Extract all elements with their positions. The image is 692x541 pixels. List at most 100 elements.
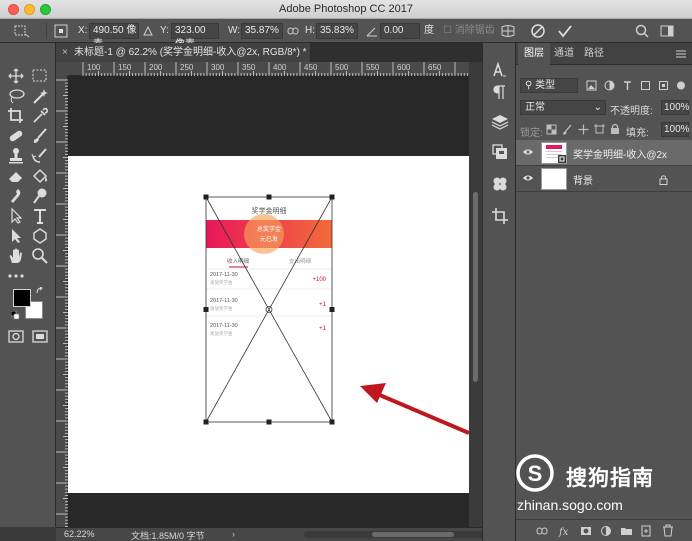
paint-bucket-tool-icon[interactable]	[30, 167, 50, 185]
tab-paths[interactable]: 路径	[578, 43, 610, 65]
adjustments-panel-icon[interactable]	[491, 143, 509, 161]
foreground-color-swatch[interactable]	[13, 289, 31, 307]
transform-handle-bottom-right[interactable]	[329, 419, 335, 425]
move-tool-icon[interactable]	[6, 67, 26, 85]
add-mask-icon[interactable]	[580, 525, 592, 537]
document-tab[interactable]: × 未标题-1 @ 62.2% (奖学金明细-收入@2x, RGB/8*) *	[56, 43, 311, 62]
swap-colors-icon[interactable]	[36, 287, 44, 295]
layer-name[interactable]: 奖学金明细-收入@2x	[573, 146, 667, 161]
layer-row[interactable]: 背景	[516, 166, 692, 192]
quick-mask-icon[interactable]	[6, 327, 26, 345]
angle-field[interactable]: 0.00	[380, 23, 420, 39]
visibility-eye-icon[interactable]	[522, 174, 534, 182]
filter-type-icon[interactable]	[622, 80, 633, 91]
horizontal-scroll-thumb[interactable]	[372, 532, 454, 537]
tab-layers[interactable]: 图层	[518, 43, 550, 65]
filter-pixel-icon[interactable]	[586, 80, 597, 91]
transform-handle-right[interactable]	[329, 307, 335, 312]
layer-name[interactable]: 背景	[573, 172, 593, 187]
delete-layer-icon[interactable]	[662, 524, 674, 537]
commit-transform-icon[interactable]	[557, 23, 573, 39]
styles-panel-icon[interactable]	[491, 175, 509, 193]
h-ruler-label: 200	[149, 63, 163, 72]
type-tool-icon[interactable]	[30, 207, 50, 225]
screen-mode-icon[interactable]	[30, 327, 50, 345]
new-layer-icon[interactable]	[640, 525, 652, 537]
lock-transparent-icon[interactable]	[546, 124, 557, 135]
ruler-origin[interactable]	[56, 62, 68, 76]
tab-channels[interactable]: 通道	[548, 43, 580, 65]
zoom-level[interactable]: 62.22%	[64, 529, 95, 539]
search-icon[interactable]	[634, 23, 650, 39]
layer-row[interactable]: 奖学金明细-收入@2x	[516, 140, 692, 166]
panel-menu-icon[interactable]	[676, 50, 686, 58]
vertical-ruler[interactable]	[56, 76, 68, 527]
workspace-icon[interactable]	[660, 24, 674, 38]
y-position-field[interactable]: 323.00 像素	[171, 23, 219, 50]
x-position-field[interactable]: 490.50 像素	[89, 23, 139, 50]
status-expand-icon[interactable]: ›	[232, 529, 235, 539]
reference-point-icon[interactable]	[54, 24, 68, 38]
crop-tool-icon[interactable]	[6, 107, 26, 125]
vertical-scrollbar[interactable]	[469, 62, 482, 527]
layer-filter-select[interactable]: ⚲ 类型	[520, 78, 578, 93]
layer-lock-icon[interactable]	[659, 174, 668, 185]
antialias-checkbox[interactable]: ☐ 消除锯齿	[443, 23, 495, 39]
lock-artboard-icon[interactable]	[594, 124, 605, 135]
eraser-tool-icon[interactable]	[6, 167, 26, 185]
character-panel-icon[interactable]	[491, 61, 509, 79]
more-tools-icon[interactable]	[6, 267, 26, 285]
fill-field[interactable]: 100%	[661, 122, 690, 137]
blend-mode-select[interactable]: 正常 ⌄	[520, 100, 606, 115]
dodge-tool-icon[interactable]	[30, 187, 50, 205]
hand-tool-icon[interactable]	[6, 247, 26, 265]
brush-tool-icon[interactable]	[30, 127, 50, 145]
cancel-transform-icon[interactable]	[530, 23, 546, 39]
paragraph-panel-icon[interactable]	[491, 83, 509, 101]
link-icon[interactable]	[287, 27, 299, 35]
history-brush-tool-icon[interactable]	[30, 147, 50, 165]
lasso-tool-icon[interactable]	[6, 87, 26, 105]
lock-all-icon[interactable]	[610, 123, 620, 135]
transform-handle-bottom[interactable]	[266, 419, 272, 425]
clone-stamp-tool-icon[interactable]	[6, 147, 26, 165]
lock-image-icon[interactable]	[562, 124, 573, 135]
properties-crop-icon[interactable]	[491, 207, 509, 225]
canvas-workspace[interactable]: 奖学金明细 总奖学金 元已发 收入明细 支出明细 2017-11-30 发放奖学…	[68, 76, 469, 527]
shape-tool-icon[interactable]	[30, 227, 50, 245]
direct-selection-tool-icon[interactable]	[6, 227, 26, 245]
zoom-tool-icon[interactable]	[30, 247, 50, 265]
warp-icon[interactable]	[500, 23, 516, 39]
healing-brush-tool-icon[interactable]	[6, 127, 26, 145]
filter-toggle-icon[interactable]	[676, 80, 686, 91]
horizontal-ruler[interactable]: 100 150 200 250 300 350 400 450 500 550 …	[68, 62, 469, 76]
height-field[interactable]: 35.83%	[316, 23, 358, 39]
transform-handle-top-left[interactable]	[203, 194, 209, 200]
width-field[interactable]: 35.87%	[241, 23, 283, 39]
lock-position-icon[interactable]	[578, 124, 589, 135]
link-layers-icon[interactable]	[536, 526, 548, 536]
eyedropper-tool-icon[interactable]	[30, 107, 50, 125]
new-adjustment-layer-icon[interactable]	[600, 525, 612, 537]
vertical-scroll-thumb[interactable]	[473, 192, 478, 382]
marquee-tool-icon[interactable]	[30, 67, 50, 85]
smudge-tool-icon[interactable]	[6, 187, 26, 205]
transform-handle-left[interactable]	[203, 307, 209, 312]
document-info[interactable]: 文档:1.85M/0 字节	[131, 529, 205, 541]
filter-adjustment-icon[interactable]	[604, 80, 615, 91]
transform-tool-icon[interactable]	[12, 24, 30, 38]
transform-handle-top[interactable]	[266, 194, 272, 200]
filter-shape-icon[interactable]	[640, 80, 651, 91]
new-group-icon[interactable]	[620, 525, 633, 537]
path-selection-tool-icon[interactable]	[6, 207, 26, 225]
visibility-eye-icon[interactable]	[522, 148, 534, 156]
default-colors-icon[interactable]	[11, 311, 20, 320]
layers-panel-icon[interactable]	[491, 113, 509, 131]
magic-wand-tool-icon[interactable]	[30, 87, 50, 105]
close-tab-icon[interactable]: ×	[62, 43, 68, 62]
filter-smart-object-icon[interactable]	[658, 80, 669, 91]
transform-handle-top-right[interactable]	[329, 194, 335, 200]
opacity-field[interactable]: 100%	[661, 100, 690, 115]
transform-handle-bottom-left[interactable]	[203, 419, 209, 425]
layer-effects-icon[interactable]: fx	[558, 525, 572, 537]
